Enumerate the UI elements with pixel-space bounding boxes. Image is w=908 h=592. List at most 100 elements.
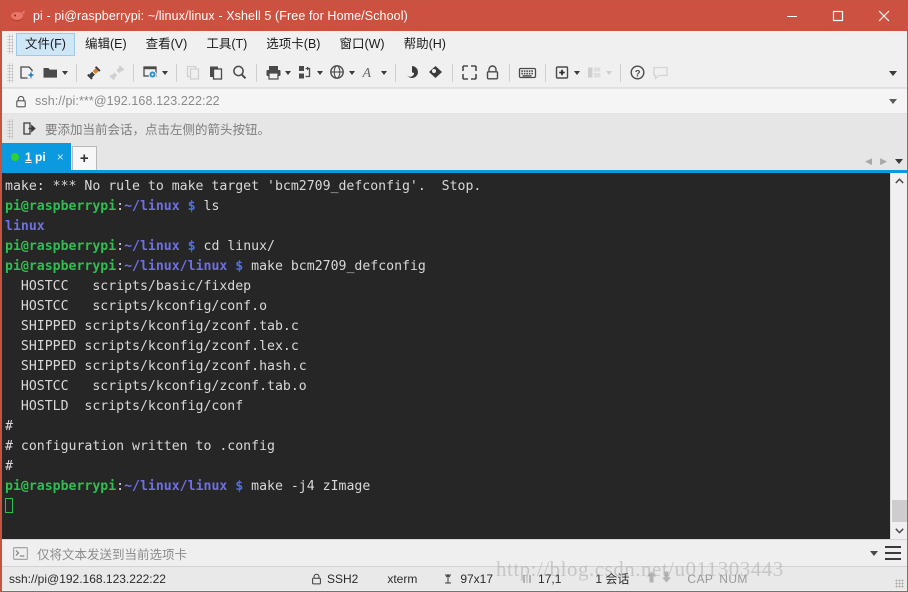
add-pane-button[interactable] [551, 61, 583, 85]
tab-name: pi [35, 150, 46, 164]
toolbar-separator [176, 64, 177, 82]
notice-text: 要添加当前会话，点击左侧的箭头按钮。 [45, 119, 270, 138]
send-to-dropdown-icon[interactable] [870, 551, 878, 556]
transfer-button[interactable] [294, 61, 326, 85]
terminal-area: make: *** No rule to make target 'bcm270… [1, 173, 907, 539]
tab-list-icon[interactable] [895, 159, 903, 164]
scrollbar-track[interactable] [891, 190, 908, 522]
status-protocol: SSH2 [311, 572, 358, 586]
find-button[interactable] [228, 61, 251, 85]
terminal-text: cd linux/ [196, 239, 275, 254]
terminal-line: HOSTLD scripts/kconfig/conf [5, 397, 890, 417]
chevron-down-icon[interactable] [62, 71, 68, 75]
maximize-button[interactable] [815, 1, 861, 31]
toolbar-separator [620, 64, 621, 82]
menu-window[interactable]: 窗口(W) [330, 33, 393, 56]
connection-status-dot [11, 153, 19, 161]
shell-button[interactable] [401, 61, 424, 85]
tab-bar: 1 pi × + ◀ ▶ [1, 143, 907, 170]
window-title: pi - pi@raspberrypi: ~/linux/linux - Xsh… [33, 9, 408, 23]
toolbar-separator [76, 64, 77, 82]
chevron-down-icon[interactable] [381, 71, 387, 75]
terminal-line: HOSTCC scripts/kconfig/zconf.tab.o [5, 377, 890, 397]
minimize-button[interactable] [769, 1, 815, 31]
tab-next-icon[interactable]: ▶ [880, 157, 887, 166]
menu-help[interactable]: 帮助(H) [395, 33, 455, 56]
chevron-down-icon[interactable] [162, 71, 168, 75]
address-bar[interactable]: ssh://pi:***@192.168.123.222:22 [1, 88, 907, 114]
terminal-text: ~/linux [124, 199, 180, 214]
terminal-line: SHIPPED scripts/kconfig/zconf.lex.c [5, 337, 890, 357]
tab-pi[interactable]: 1 pi × [1, 143, 71, 170]
menu-tools[interactable]: 工具(T) [197, 33, 256, 56]
chevron-down-icon[interactable] [574, 71, 580, 75]
menu-file[interactable]: 文件(F) [16, 33, 75, 56]
terminal-line: make: *** No rule to make target 'bcm270… [5, 177, 890, 197]
compose-button[interactable] [424, 61, 447, 85]
paste-button[interactable] [205, 61, 228, 85]
connect-button[interactable] [82, 61, 105, 85]
scroll-up-icon[interactable] [891, 173, 908, 190]
split-view-button[interactable] [583, 61, 615, 85]
menu-gripper[interactable] [7, 34, 13, 54]
close-button[interactable] [861, 1, 907, 31]
help-button[interactable]: ? [626, 61, 649, 85]
new-session-button[interactable] [16, 61, 39, 85]
open-session-button[interactable] [39, 61, 71, 85]
terminal-text: make: *** No rule to make target 'bcm270… [5, 179, 481, 194]
fullscreen-button[interactable] [458, 61, 481, 85]
scrollbar-thumb[interactable] [892, 500, 907, 522]
toolbar-gripper[interactable] [7, 63, 13, 83]
terminal-text: # configuration written to .config [5, 439, 275, 454]
terminal-text: linux [5, 219, 45, 234]
terminal-text: # [5, 419, 13, 434]
globe-button[interactable] [326, 61, 358, 85]
address-input[interactable]: ssh://pi:***@192.168.123.222:22 [35, 94, 220, 108]
terminal-line: # configuration written to .config [5, 437, 890, 457]
send-to-bar[interactable]: 仅将文本发送到当前选项卡 [1, 539, 907, 566]
chevron-down-icon[interactable] [889, 71, 897, 76]
address-dropdown-icon[interactable] [889, 99, 897, 104]
terminal-text: HOSTCC scripts/kconfig/conf.o [5, 299, 267, 314]
menu-tabs[interactable]: 选项卡(B) [257, 33, 329, 56]
svg-text:A: A [362, 66, 372, 81]
terminal-output[interactable]: make: *** No rule to make target 'bcm270… [1, 173, 890, 539]
toolbar-overflow-button[interactable] [883, 58, 903, 88]
terminal-text: pi@raspberrypi [5, 239, 116, 254]
menu-icon[interactable] [885, 546, 901, 560]
disconnect-button[interactable] [105, 61, 128, 85]
xshell-window: pi - pi@raspberrypi: ~/linux/linux - Xsh… [0, 0, 908, 592]
copy-button[interactable] [182, 61, 205, 85]
chevron-down-icon[interactable] [606, 71, 612, 75]
notice-bar: 要添加当前会话，点击左侧的箭头按钮。 [1, 114, 907, 143]
terminal-line: HOSTCC scripts/basic/fixdep [5, 277, 890, 297]
chat-button[interactable] [649, 61, 672, 85]
lock-icon [15, 95, 27, 108]
status-bar: ssh://pi@192.168.123.222:22 SSH2 xterm 9… [1, 566, 907, 590]
status-cursor: 17,1 [522, 572, 561, 586]
keyboard-button[interactable] [515, 61, 540, 85]
chevron-down-icon[interactable] [285, 71, 291, 75]
new-tab-button[interactable]: + [72, 146, 97, 170]
tab-prev-icon[interactable]: ◀ [865, 157, 872, 166]
menu-view[interactable]: 查看(V) [137, 33, 197, 56]
chevron-down-icon[interactable] [349, 71, 355, 75]
properties-button[interactable] [139, 61, 171, 85]
terminal-scrollbar[interactable] [890, 173, 907, 539]
lock-button[interactable] [481, 61, 504, 85]
xshell-icon [10, 8, 26, 24]
terminal-text: $ [188, 239, 196, 254]
menu-edit[interactable]: 编辑(E) [76, 33, 136, 56]
tab-close-icon[interactable]: × [57, 152, 64, 162]
scroll-down-icon[interactable] [891, 522, 908, 539]
notice-gripper[interactable] [7, 119, 13, 139]
window-left-edge [1, 31, 2, 591]
terminal-text: $ [188, 199, 196, 214]
resize-grip[interactable] [895, 579, 904, 588]
chevron-down-icon[interactable] [317, 71, 323, 75]
tab-label: 1 pi [25, 150, 46, 164]
add-session-icon[interactable] [22, 121, 37, 136]
print-button[interactable] [262, 61, 294, 85]
font-button[interactable]: A [358, 61, 390, 85]
arrow-down-icon [660, 570, 673, 587]
